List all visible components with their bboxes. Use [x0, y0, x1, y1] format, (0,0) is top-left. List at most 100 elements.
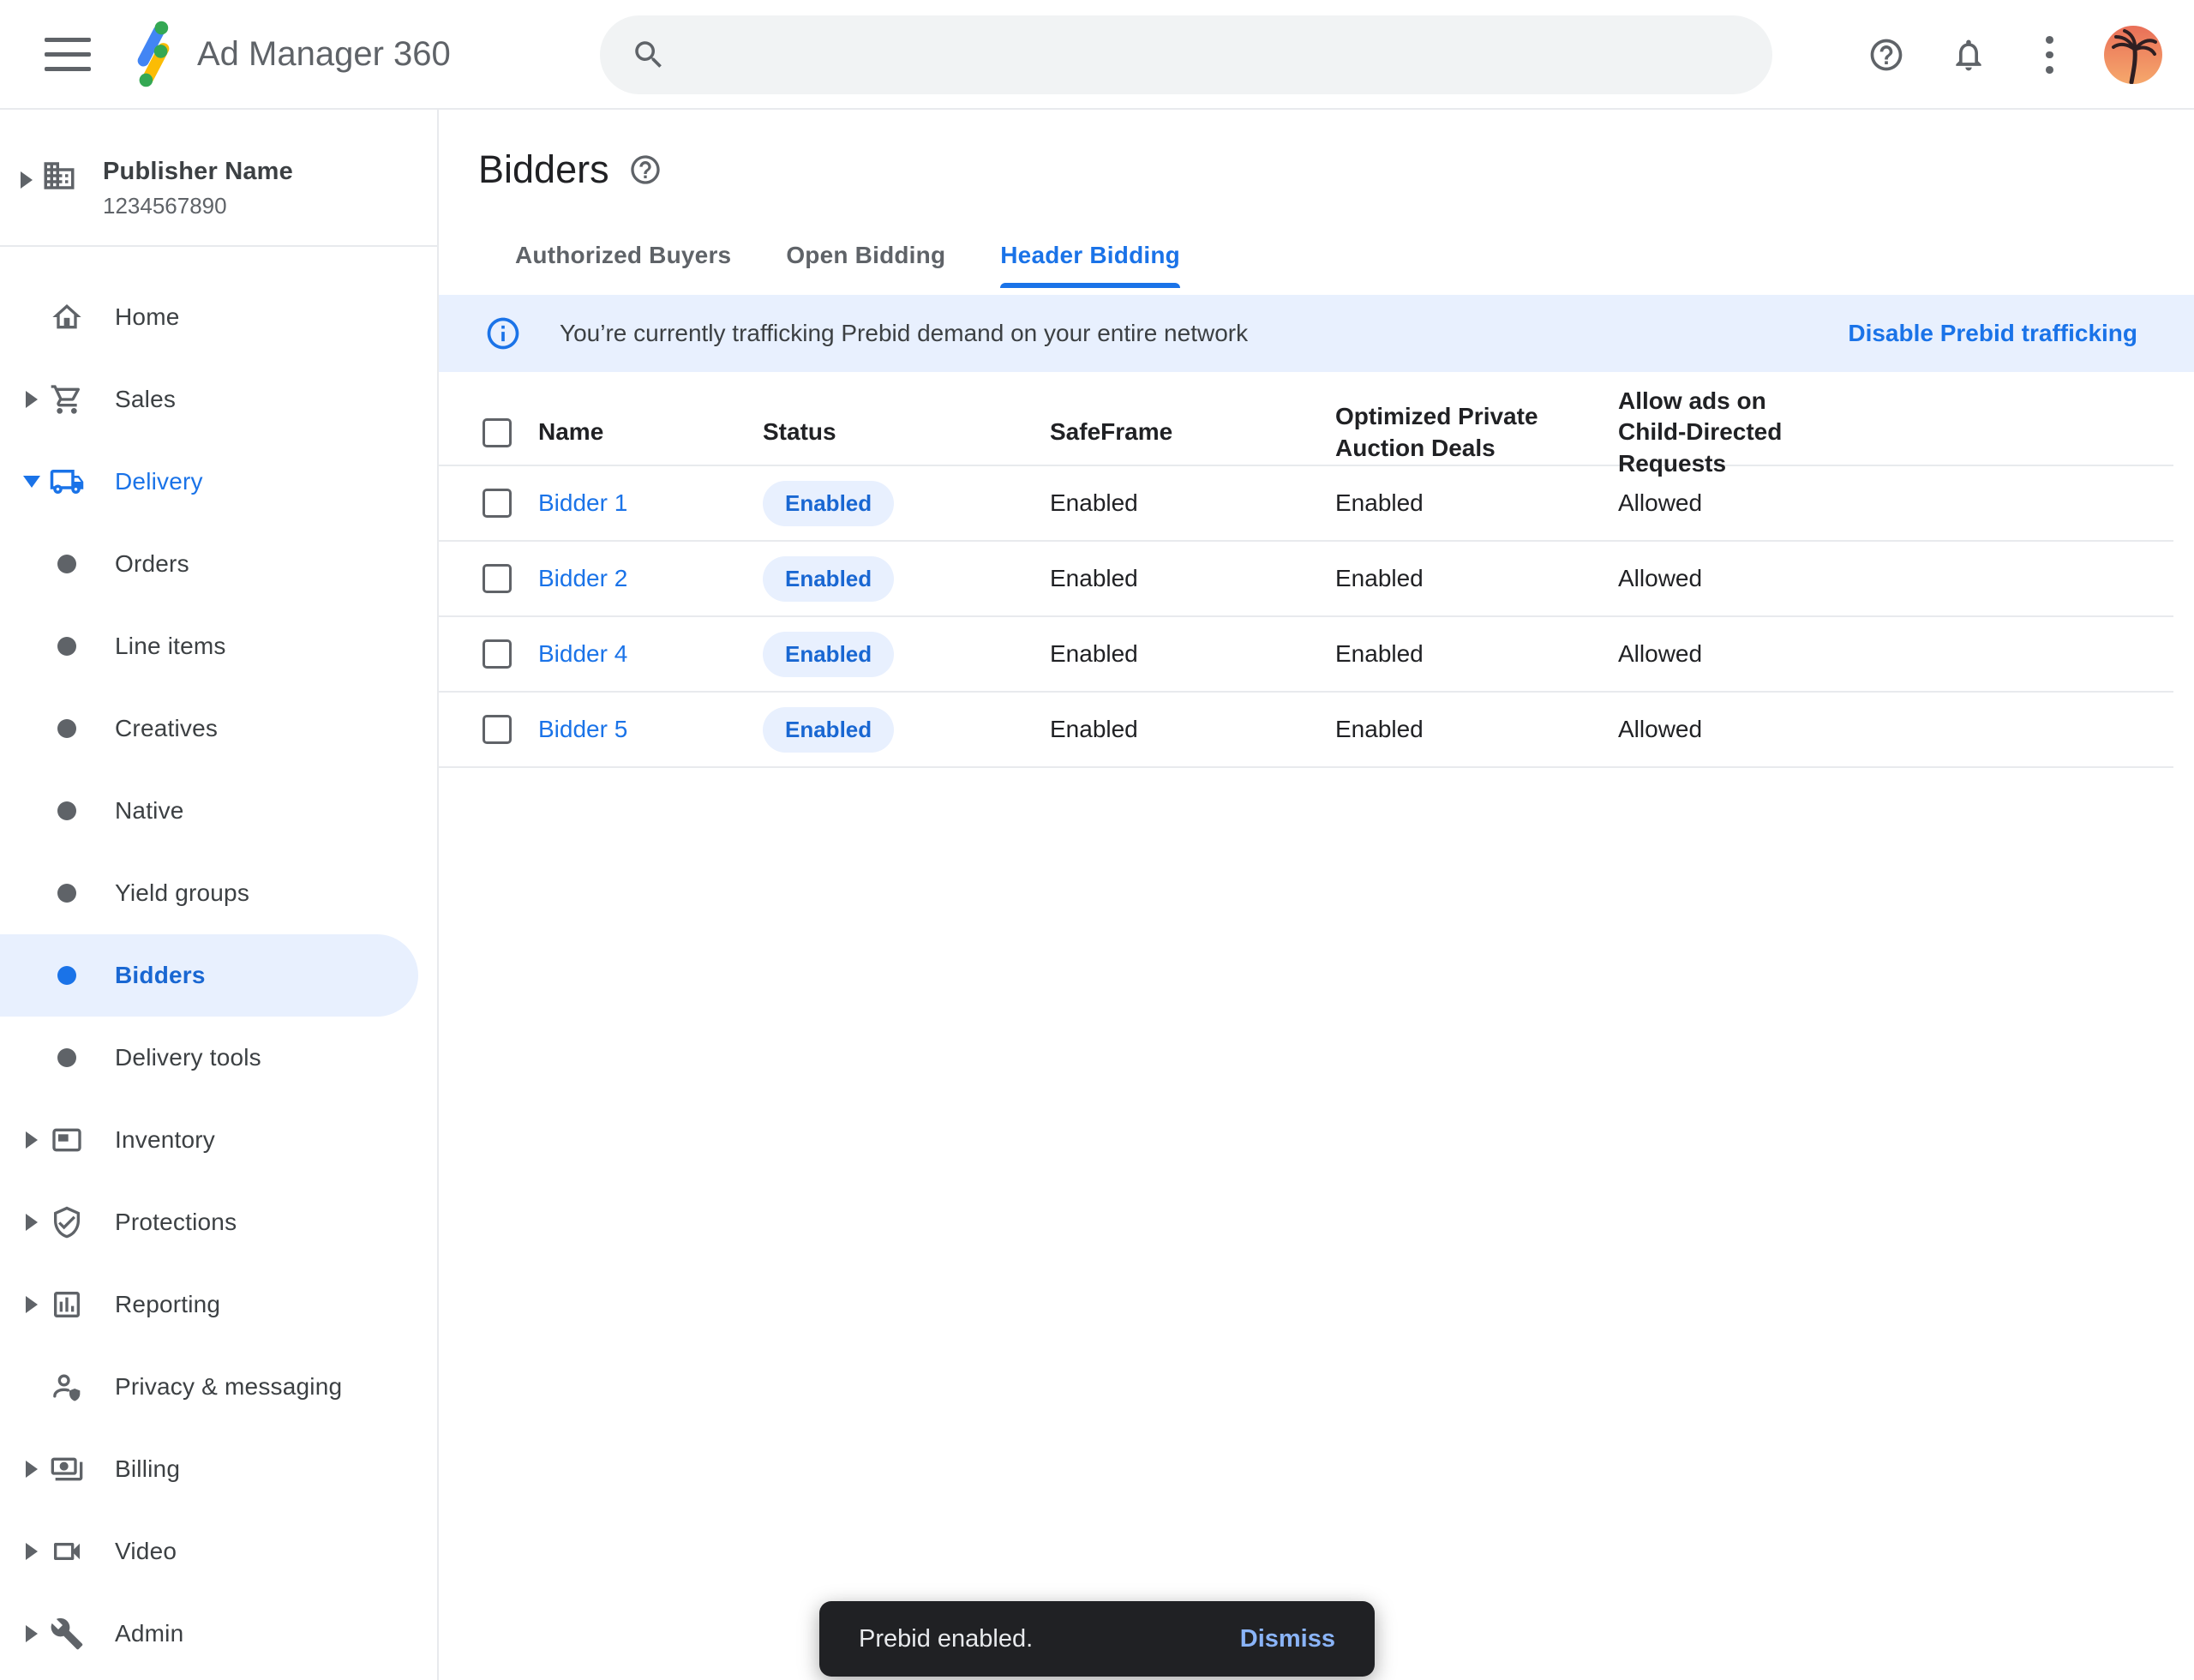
chevron-right-icon [26, 1461, 38, 1478]
sidebar-item-privacy-messaging[interactable]: Privacy & messaging [0, 1346, 437, 1428]
sidebar-item-bidders[interactable]: Bidders [0, 934, 418, 1017]
network-code: 1234567890 [103, 193, 293, 219]
sidebar-item-sales[interactable]: Sales [0, 358, 437, 441]
chevron-right-icon [21, 171, 33, 189]
building-icon [41, 158, 77, 194]
global-search-input[interactable] [692, 40, 1747, 69]
disable-prebid-trafficking-link[interactable]: Disable Prebid trafficking [1848, 320, 2137, 347]
status-badge: Enabled [763, 632, 894, 677]
sidebar: Publisher Name 1234567890 Home [0, 110, 439, 1680]
dismiss-button[interactable]: Dismiss [1240, 1625, 1335, 1653]
sidebar-item-creatives[interactable]: Creatives [0, 687, 437, 770]
sidebar-item-admin[interactable]: Admin [0, 1593, 437, 1675]
sidebar-item-delivery-tools[interactable]: Delivery tools [0, 1017, 437, 1099]
row-checkbox[interactable] [483, 639, 512, 669]
chevron-right-icon [26, 1625, 38, 1642]
bullet-icon [48, 555, 86, 573]
column-header-safeframe: SafeFrame [1050, 417, 1335, 447]
table-row: Bidder 1 Enabled Enabled Enabled Allowed [439, 466, 2173, 542]
chevron-down-icon [23, 476, 40, 488]
info-icon [484, 315, 522, 352]
sidebar-item-reporting[interactable]: Reporting [0, 1263, 437, 1346]
safeframe-value: Enabled [1050, 716, 1335, 743]
person-shield-icon [48, 1370, 86, 1404]
table-row: Bidder 4 Enabled Enabled Enabled Allowed [439, 617, 2173, 693]
bar-chart-icon [48, 1287, 86, 1322]
child-directed-value: Allowed [1618, 716, 2173, 743]
tab-header-bidding[interactable]: Header Bidding [1000, 242, 1180, 288]
notifications-bell-icon[interactable] [1950, 36, 1987, 74]
select-all-checkbox[interactable] [483, 418, 512, 447]
table-row: Bidder 5 Enabled Enabled Enabled Allowed [439, 693, 2173, 768]
snackbar-toast: Prebid enabled. Dismiss [819, 1601, 1375, 1677]
sidebar-item-home[interactable]: Home [0, 276, 437, 358]
bullet-icon [48, 1048, 86, 1067]
banner-message: You’re currently trafficking Prebid dema… [560, 320, 1248, 347]
row-checkbox[interactable] [483, 489, 512, 518]
sidebar-item-billing[interactable]: Billing [0, 1428, 437, 1510]
bullet-icon [48, 637, 86, 656]
payments-icon [48, 1452, 86, 1486]
help-icon[interactable] [1867, 36, 1905, 74]
search-icon [631, 37, 667, 73]
tab-open-bidding[interactable]: Open Bidding [786, 242, 945, 288]
global-search-bar[interactable] [600, 15, 1772, 94]
truck-icon [48, 464, 86, 500]
cart-icon [48, 382, 86, 417]
prebid-info-banner: You’re currently trafficking Prebid dema… [439, 295, 2194, 372]
table-row: Bidder 2 Enabled Enabled Enabled Allowed [439, 542, 2173, 617]
video-camera-icon [48, 1534, 86, 1569]
publisher-account-switcher[interactable]: Publisher Name 1234567890 [0, 110, 437, 245]
product-title: Ad Manager 360 [197, 35, 451, 74]
status-badge: Enabled [763, 707, 894, 753]
sidebar-item-line-items[interactable]: Line items [0, 605, 437, 687]
status-badge: Enabled [763, 556, 894, 602]
bidder-link[interactable]: Bidder 4 [538, 640, 627, 667]
column-header-child-directed: Allow ads on Child-Directed Requests [1618, 386, 1832, 479]
sidebar-item-orders[interactable]: Orders [0, 523, 437, 605]
safeframe-value: Enabled [1050, 565, 1335, 592]
optimized-private-auction-deals-value: Enabled [1335, 716, 1618, 743]
hamburger-menu-icon[interactable] [45, 35, 91, 73]
bidder-link[interactable]: Bidder 5 [538, 716, 627, 742]
user-avatar[interactable] [2104, 26, 2162, 84]
bidder-link[interactable]: Bidder 1 [538, 489, 627, 516]
sidebar-item-video[interactable]: Video [0, 1510, 437, 1593]
optimized-private-auction-deals-value: Enabled [1335, 640, 1618, 668]
bullet-icon [48, 719, 86, 738]
child-directed-value: Allowed [1618, 640, 2173, 668]
optimized-private-auction-deals-value: Enabled [1335, 489, 1618, 517]
column-header-optimized-private-auction-deals: Optimized Private Auction Deals [1335, 401, 1550, 464]
shield-check-icon [48, 1205, 86, 1239]
wrench-icon [48, 1617, 86, 1651]
sidebar-item-protections[interactable]: Protections [0, 1181, 437, 1263]
column-header-status: Status [763, 417, 1050, 447]
sidebar-item-delivery[interactable]: Delivery [0, 441, 437, 523]
sidebar-item-yield-groups[interactable]: Yield groups [0, 852, 437, 934]
publisher-name: Publisher Name [103, 158, 293, 186]
page-help-icon[interactable] [628, 153, 662, 187]
main-content: Bidders Authorized Buyers Open Bidding H… [439, 110, 2194, 1680]
safeframe-value: Enabled [1050, 489, 1335, 517]
home-icon [48, 300, 86, 334]
bullet-icon [48, 884, 86, 903]
chevron-right-icon [26, 391, 38, 408]
ad-manager-logo-icon [132, 18, 175, 90]
child-directed-value: Allowed [1618, 489, 2173, 517]
chevron-right-icon [26, 1296, 38, 1313]
table-header-row: Name Status SafeFrame Optimized Private … [439, 386, 2173, 466]
bidder-link[interactable]: Bidder 2 [538, 565, 627, 591]
row-checkbox[interactable] [483, 715, 512, 744]
row-checkbox[interactable] [483, 564, 512, 593]
app-bar: Ad Manager 360 [0, 0, 2194, 110]
sidebar-item-inventory[interactable]: Inventory [0, 1099, 437, 1181]
chevron-right-icon [26, 1214, 38, 1231]
bullet-icon [48, 966, 86, 985]
sidebar-item-native[interactable]: Native [0, 770, 437, 852]
more-options-icon[interactable] [2030, 36, 2068, 74]
child-directed-value: Allowed [1618, 565, 2173, 592]
chevron-right-icon [26, 1543, 38, 1560]
safeframe-value: Enabled [1050, 640, 1335, 668]
tab-authorized-buyers[interactable]: Authorized Buyers [515, 242, 731, 288]
page-title: Bidders [478, 147, 609, 192]
